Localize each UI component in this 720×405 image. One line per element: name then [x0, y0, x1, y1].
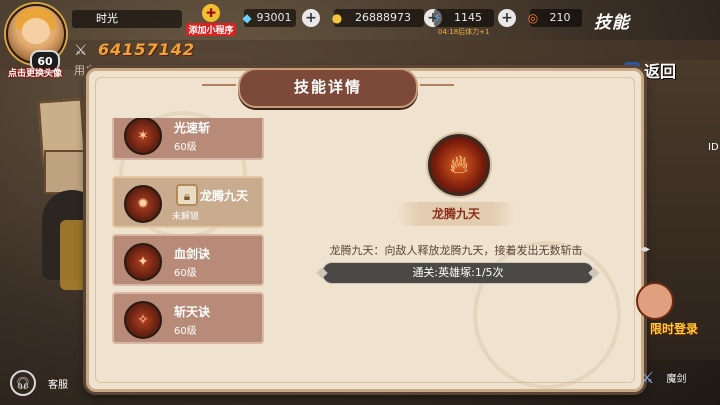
skill-item-guangsuzhan[interactable]: ✶ 光速斩 60级: [112, 118, 264, 160]
skill-item-xuejianjue[interactable]: ✦ 血剑诀 60级: [112, 234, 264, 286]
diamond-icon: ◆: [242, 11, 252, 25]
token-count: 210: [549, 11, 571, 24]
skill-level: 60级: [174, 268, 197, 279]
dialog-title: 技能详情: [202, 68, 454, 108]
crossed-swords-icon: ⚔: [74, 40, 88, 59]
resource-diamond: ◆ 93001: [242, 9, 296, 27]
demon-sword-button[interactable]: ⚔ 魔剑: [640, 368, 686, 387]
resource-stamina: ⚡ 1145: [433, 9, 494, 27]
wanted-poster-2: [44, 150, 86, 194]
skill-item-zhantianjue[interactable]: ✧ 斩天诀 60级: [112, 292, 264, 344]
stamina-timer: 04:18后体力+1: [438, 28, 490, 36]
avatar[interactable]: 60: [6, 4, 66, 72]
customer-service-button[interactable]: 🎧︎ 客服: [10, 370, 68, 396]
slash-skill-icon: ✶: [124, 118, 162, 155]
headset-icon: 🎧︎: [10, 370, 36, 396]
add-mini-program-button[interactable]: ✚ 添加小程序: [186, 4, 236, 38]
mini-program-icon: ✚: [202, 4, 220, 22]
lock-icon: 🔒︎: [176, 184, 198, 206]
side-id-label: ID: [708, 142, 719, 153]
blood-sword-skill-icon: ✦: [124, 243, 162, 281]
skill-name: 光速斩: [174, 121, 211, 135]
add-mini-program-label: 添加小程序: [186, 23, 236, 36]
sky-slash-skill-icon: ✧: [124, 301, 162, 339]
skill-level: 60级: [174, 326, 197, 337]
skill-name: 血剑诀: [174, 247, 211, 261]
skill-level: 60级: [174, 142, 197, 153]
diamond-count: 93001: [256, 11, 292, 24]
stamina-count: 1145: [454, 11, 482, 24]
combat-power-value: 64157142: [98, 40, 196, 59]
player-name: 时光: [72, 10, 182, 28]
avatar-face: [22, 18, 50, 44]
resource-token: ◎ 210: [528, 9, 582, 27]
sword-icon: ⚔: [640, 368, 655, 387]
skill-description: 龙腾九天：向敌人释放龙腾九天，接着发出无数斩击: [329, 244, 583, 257]
limited-login-button[interactable]: 限时登录: [650, 320, 698, 337]
gold-coin-icon: ●: [331, 11, 343, 25]
skill-name: 龙腾九天: [200, 189, 249, 203]
add-diamond-button[interactable]: +: [302, 9, 320, 27]
selected-skill-name: 龙腾九天: [396, 202, 516, 226]
unlock-requirement: 通关:英雄塚:1/5次: [322, 262, 594, 284]
skill-item-longtengjiutian[interactable]: ✹ 龙腾九天 🔒︎ 未解锁: [112, 176, 264, 228]
resource-gold: ● 26888973: [332, 9, 424, 27]
back-label: 返回: [644, 62, 677, 81]
change-avatar-label[interactable]: 点击更换头像: [0, 66, 70, 79]
side-arrow-icon: ◂▸: [640, 244, 651, 255]
demon-sword-label: 魔剑: [666, 374, 687, 385]
page-title: 技能: [594, 13, 630, 33]
combat-power: ⚔ 64157142: [74, 40, 195, 59]
token-icon: ◎: [527, 11, 539, 25]
selected-skill-icon: 🔥︎: [428, 134, 490, 196]
skill-list[interactable]: ✶ 光速斩 60级 ✹ 龙腾九天 🔒︎ 未解锁 ✦ 血剑诀 60级 ✧ 斩天诀 …: [112, 118, 268, 350]
add-stamina-button[interactable]: +: [498, 9, 516, 27]
skill-name: 斩天诀: [174, 305, 211, 319]
limited-event-icon[interactable]: [636, 282, 674, 320]
dragon-flame-skill-icon: ✹: [124, 185, 162, 223]
customer-service-label: 客服: [48, 379, 68, 391]
gold-count: 26888973: [355, 11, 411, 24]
stamina-icon: ⚡: [432, 11, 442, 25]
locked-status: 未解锁: [172, 212, 200, 222]
